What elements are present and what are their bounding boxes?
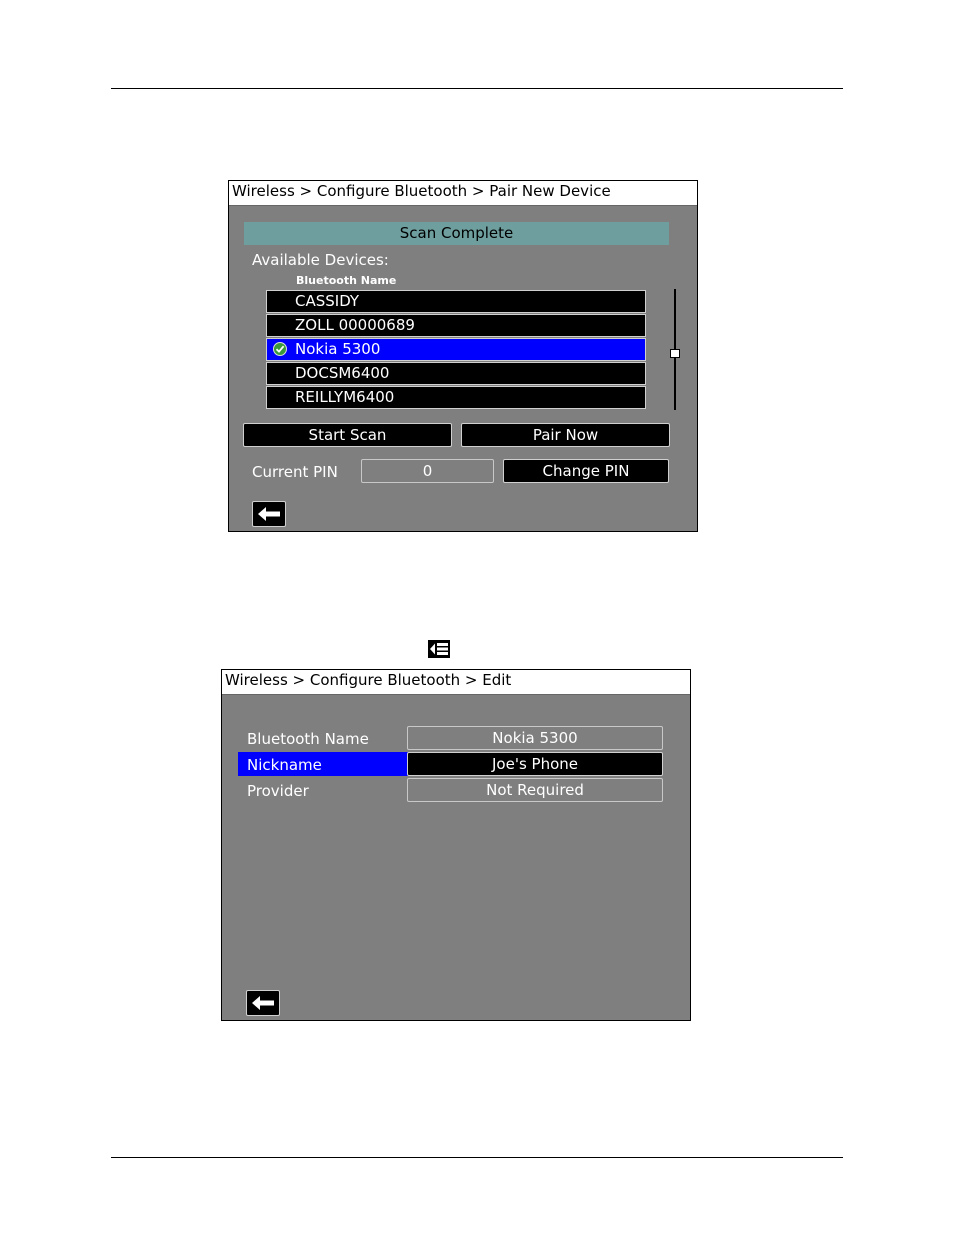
current-pin-field[interactable]: 0	[361, 459, 494, 483]
pair-now-button[interactable]: Pair Now	[461, 423, 670, 447]
device-name: Nokia 5300	[295, 340, 381, 358]
device-row[interactable]: REILLYM6400	[266, 386, 646, 409]
back-arrow-icon	[252, 996, 274, 1010]
device-name: ZOLL 00000689	[295, 316, 415, 334]
start-scan-button[interactable]: Start Scan	[243, 423, 452, 447]
device-row[interactable]: ZOLL 00000689	[266, 314, 646, 337]
scan-status-bar: Scan Complete	[244, 222, 669, 245]
back-button[interactable]	[252, 501, 286, 527]
breadcrumb: Wireless > Configure Bluetooth > Pair Ne…	[229, 181, 697, 206]
nickname-label: Nickname	[247, 756, 322, 774]
checkmark-icon	[273, 342, 287, 356]
device-row-selected[interactable]: Nokia 5300	[266, 338, 646, 361]
provider-field[interactable]: Not Required	[407, 778, 663, 802]
header-rule	[111, 88, 843, 89]
footer-rule	[111, 1157, 843, 1158]
device-name: CASSIDY	[295, 292, 360, 310]
change-pin-button[interactable]: Change PIN	[503, 459, 669, 483]
device-name: DOCSM6400	[295, 364, 390, 382]
device-name: REILLYM6400	[295, 388, 395, 406]
back-arrow-icon	[258, 507, 280, 521]
edit-bluetooth-screen: Wireless > Configure Bluetooth > Edit Bl…	[221, 669, 691, 1021]
column-header-bluetooth-name: Bluetooth Name	[296, 274, 397, 287]
back-button[interactable]	[246, 990, 280, 1016]
device-row[interactable]: DOCSM6400	[266, 362, 646, 385]
pair-new-device-screen: Wireless > Configure Bluetooth > Pair Ne…	[228, 180, 698, 532]
nickname-field[interactable]: Joe's Phone	[407, 752, 663, 776]
breadcrumb: Wireless > Configure Bluetooth > Edit	[222, 670, 690, 695]
current-pin-label: Current PIN	[252, 463, 338, 481]
provider-label: Provider	[247, 782, 309, 800]
menu-back-icon	[428, 640, 450, 658]
device-row[interactable]: CASSIDY	[266, 290, 646, 313]
available-devices-label: Available Devices:	[252, 251, 389, 269]
bluetooth-name-label: Bluetooth Name	[247, 730, 369, 748]
bluetooth-name-field[interactable]: Nokia 5300	[407, 726, 663, 750]
scrollbar-thumb[interactable]	[670, 349, 680, 358]
